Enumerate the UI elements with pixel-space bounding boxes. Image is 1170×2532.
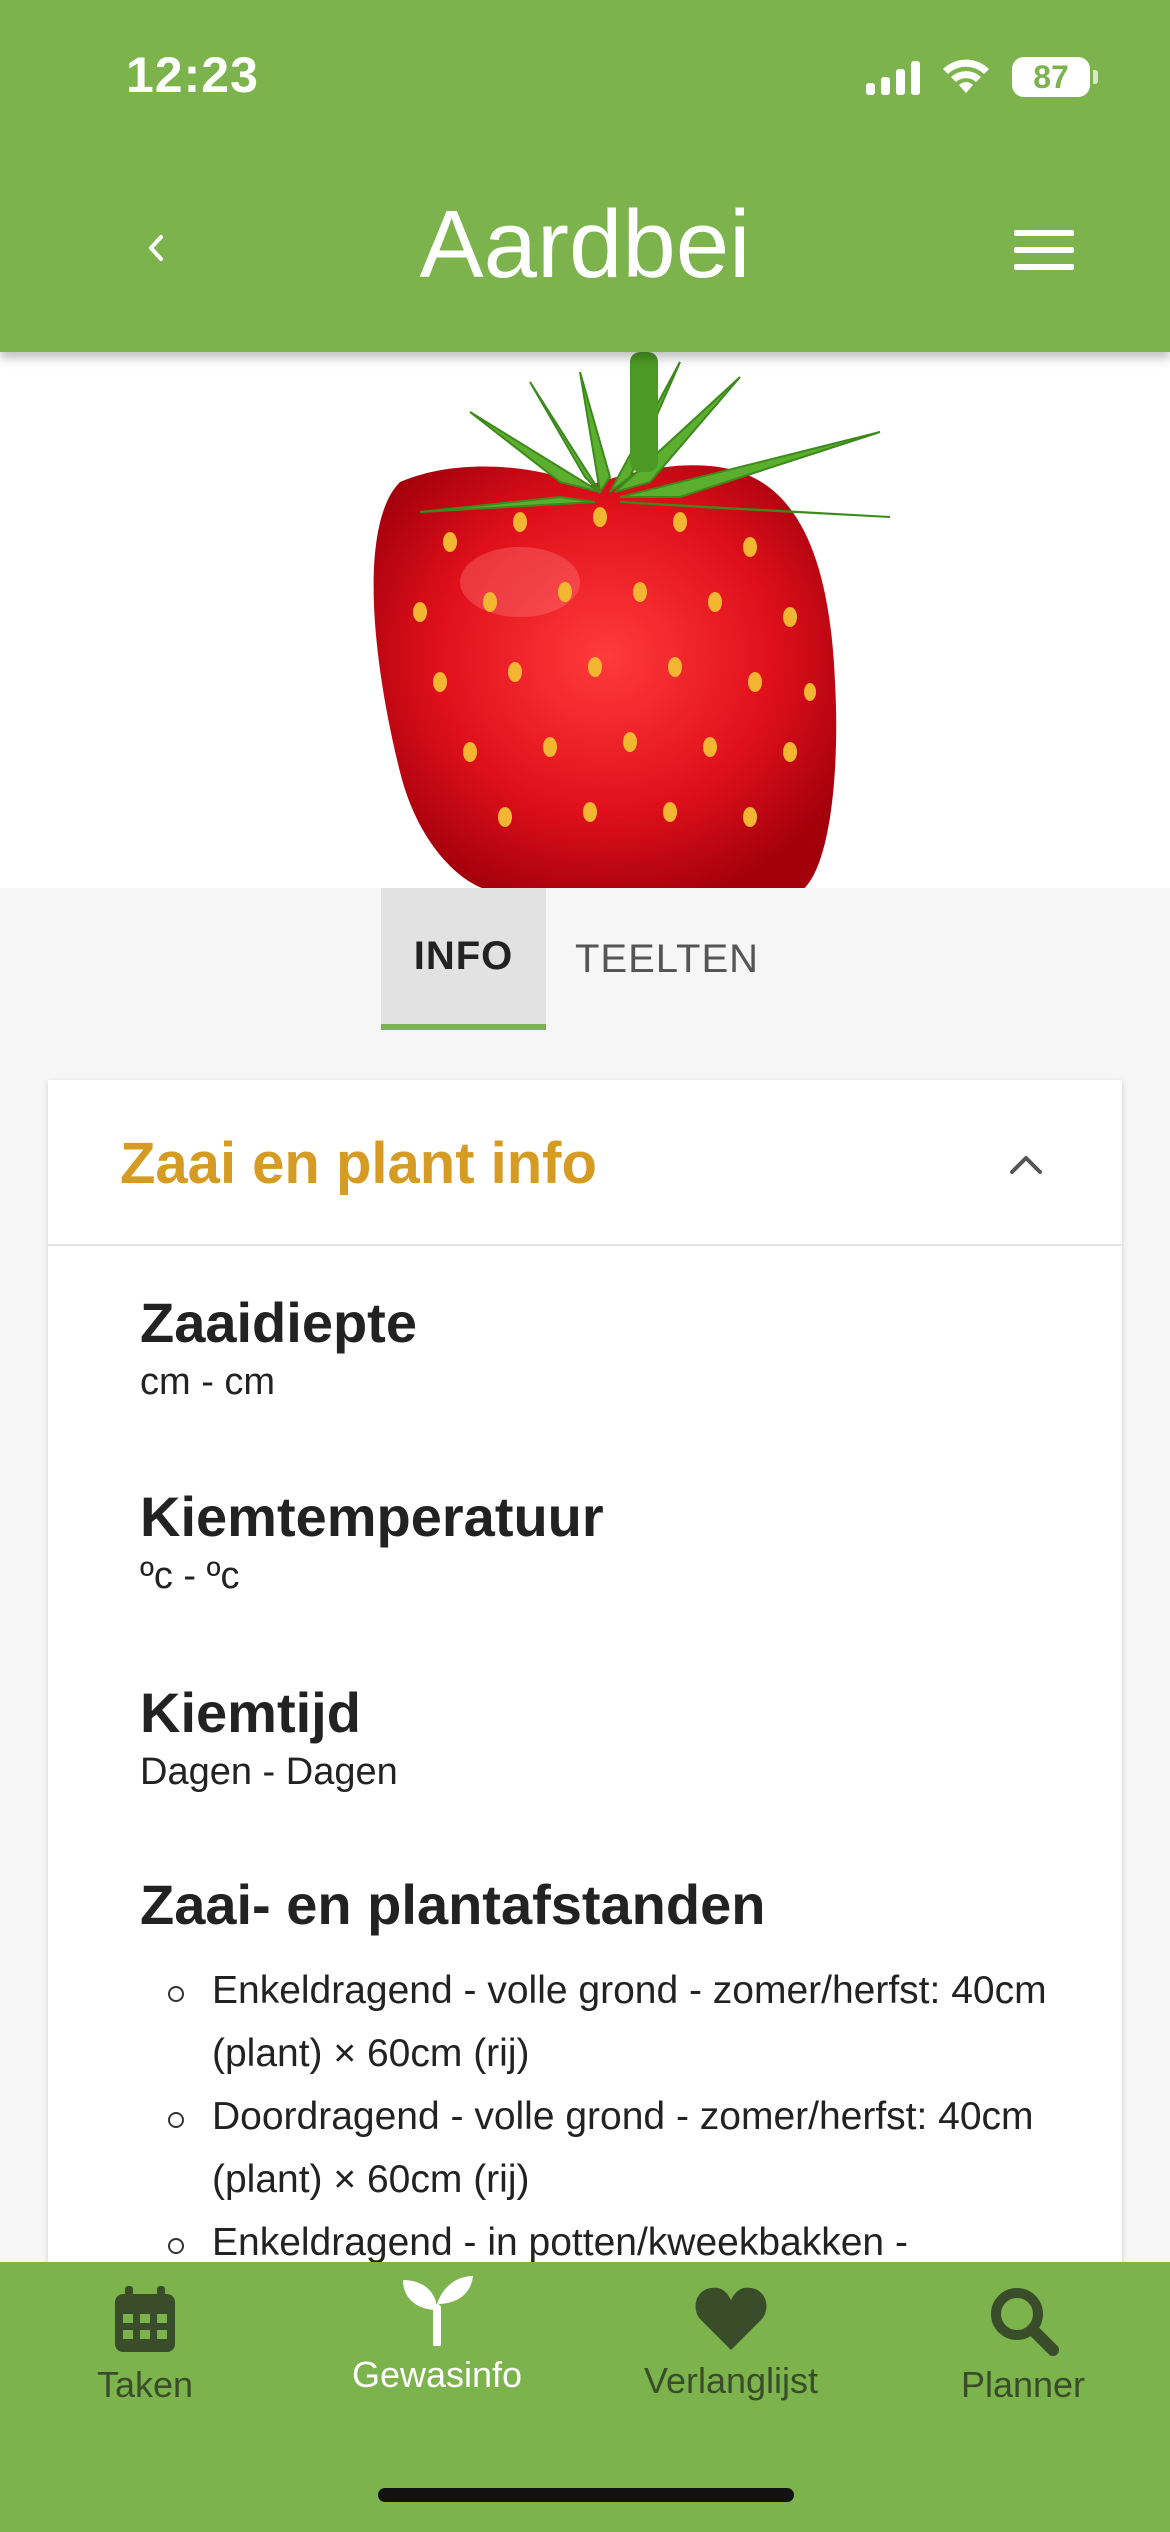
menu-button[interactable] bbox=[1008, 222, 1080, 278]
card-title: Zaai en plant info bbox=[120, 1131, 597, 1196]
section-plantafstanden: Zaai- en plantafstanden Enkeldragend - v… bbox=[140, 1872, 1070, 2274]
section-value: Dagen - Dagen bbox=[140, 1751, 398, 1793]
battery-level: 87 bbox=[1033, 58, 1069, 95]
search-icon bbox=[991, 2288, 1059, 2356]
heart-icon bbox=[695, 2287, 767, 2350]
tab-info[interactable]: INFO bbox=[381, 888, 546, 1030]
menu-icon-line bbox=[1014, 264, 1074, 270]
nav-label: Gewasinfo bbox=[351, 2354, 523, 2395]
nav-label: Taken bbox=[96, 2364, 194, 2405]
nav-gewasinfo[interactable]: Gewasinfo bbox=[337, 2274, 537, 2396]
nav-taken[interactable]: Taken bbox=[45, 2284, 245, 2406]
tab-teelten[interactable]: TEELTEN bbox=[560, 888, 774, 1030]
home-indicator[interactable] bbox=[378, 2488, 794, 2502]
list-item: Enkeldragend - volle grond - zomer/herfs… bbox=[140, 1959, 1070, 2085]
section-value: ºc - ºc bbox=[140, 1555, 240, 1597]
status-icons: 87 bbox=[866, 52, 1098, 102]
nav-verlanglijst[interactable]: Verlanglijst bbox=[631, 2284, 831, 2402]
wifi-icon bbox=[943, 59, 989, 93]
section-heading: Kiemtijd bbox=[140, 1681, 361, 1744]
page-title: Aardbei bbox=[419, 191, 751, 298]
sprout-icon bbox=[403, 2276, 473, 2346]
status-time: 12:23 bbox=[126, 47, 259, 103]
section-kiemtijd: Kiemtijd Dagen - Dagen bbox=[140, 1680, 398, 1794]
signal-icon bbox=[866, 59, 920, 95]
section-heading: Zaai- en plantafstanden bbox=[140, 1873, 766, 1936]
strawberry-illustration bbox=[373, 352, 891, 888]
section-heading: Kiemtemperatuur bbox=[140, 1485, 604, 1548]
nav-planner[interactable]: Planner bbox=[923, 2284, 1123, 2406]
menu-icon-line bbox=[1014, 247, 1074, 253]
list-item: Doordragend - volle grond - zomer/herfst… bbox=[140, 2085, 1070, 2211]
app-header: 12:23 87 Aardbei bbox=[0, 0, 1170, 352]
section-zaaidiepte: Zaaidiepte cm - cm bbox=[140, 1290, 417, 1404]
nav-label: Verlanglijst bbox=[643, 2360, 819, 2401]
app-screen: 12:23 87 Aardbei INFO TEELTEN Zaai en pl… bbox=[0, 0, 1170, 2532]
section-value: cm - cm bbox=[140, 1361, 276, 1403]
chevron-up-icon[interactable] bbox=[1004, 1142, 1048, 1186]
card-header[interactable]: Zaai en plant info bbox=[48, 1080, 1122, 1246]
spacing-list: Enkeldragend - volle grond - zomer/herfs… bbox=[140, 1959, 1070, 2274]
battery-icon: 87 bbox=[1012, 57, 1098, 97]
nav-label: Planner bbox=[960, 2364, 1086, 2405]
calendar-icon bbox=[115, 2286, 175, 2352]
section-heading: Zaaidiepte bbox=[140, 1291, 417, 1354]
menu-icon-line bbox=[1014, 230, 1074, 236]
crop-image bbox=[0, 352, 1170, 888]
tab-bar: INFO TEELTEN bbox=[0, 888, 1170, 1030]
section-kiemtemperatuur: Kiemtemperatuur ºc - ºc bbox=[140, 1484, 604, 1598]
